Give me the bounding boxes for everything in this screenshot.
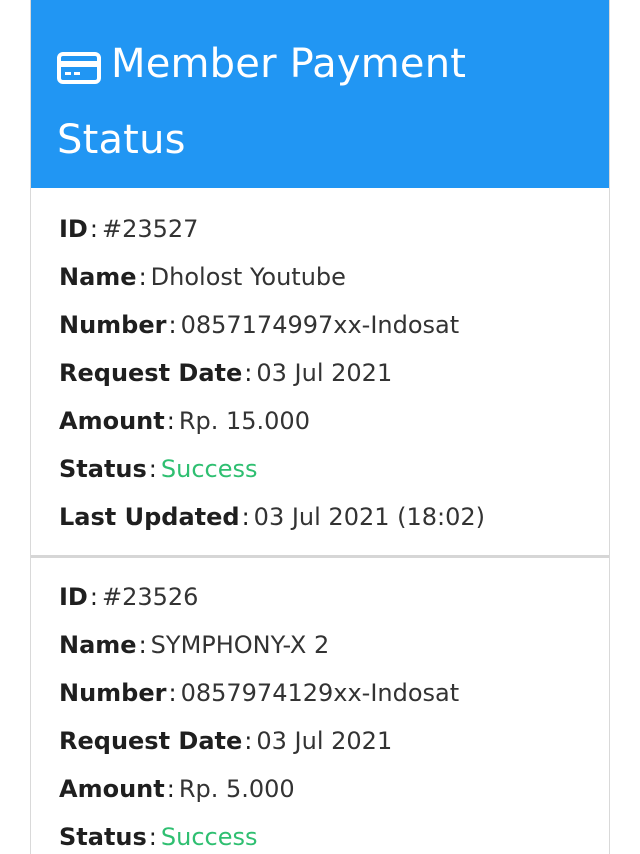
status-label: Status: [59, 823, 147, 851]
payment-status-card: Member Payment Status ID: #23527 Name: Dho…: [30, 0, 610, 854]
amount-row: Amount: Rp. 15.000: [59, 407, 310, 435]
id-value: #23526: [101, 583, 199, 611]
request-date-label: Request Date: [59, 359, 243, 387]
name-row: Name: SYMPHONY-X 2: [59, 631, 330, 659]
amount-value: Rp. 15.000: [178, 407, 310, 435]
last-updated-value: 03 Jul 2021 (18:02): [253, 503, 486, 531]
name-label: Name: [59, 631, 137, 659]
payment-status-page: Member Payment Status ID: #23527 Name: Dho…: [0, 0, 640, 854]
number-label: Number: [59, 679, 167, 707]
request-date-row: Request Date: 03 Jul 2021: [59, 359, 393, 387]
id-label: ID: [59, 583, 88, 611]
id-row: ID: #23526: [59, 583, 199, 611]
number-value: 0857174997xx-Indosat: [180, 311, 460, 339]
last-updated-row: Last Updated: 03 Jul 2021 (18:02): [59, 503, 486, 531]
status-row: Status: Success: [59, 455, 258, 483]
request-date-label: Request Date: [59, 727, 243, 755]
amount-value: Rp. 5.000: [178, 775, 295, 803]
number-label: Number: [59, 311, 167, 339]
number-row: Number: 0857174997xx-Indosat: [59, 311, 460, 339]
number-row: Number: 0857974129xx-Indosat: [59, 679, 460, 707]
amount-label: Amount: [59, 407, 165, 435]
amount-row: Amount: Rp. 5.000: [59, 775, 295, 803]
card-header: Member Payment Status: [31, 0, 609, 188]
status-badge: Success: [160, 823, 258, 851]
number-value: 0857974129xx-Indosat: [180, 679, 460, 707]
payment-entry: ID: #23527 Name: Dholost Youtube Number: 08…: [31, 188, 609, 556]
title-line-1: Member Payment: [111, 41, 467, 87]
name-value: Dholost Youtube: [150, 263, 346, 291]
name-value: SYMPHONY-X 2: [150, 631, 330, 659]
last-updated-label: Last Updated: [59, 503, 240, 531]
credit-card-icon: [57, 52, 101, 84]
page-title: Member Payment Status: [57, 26, 577, 178]
status-row: Status: Success: [59, 823, 258, 851]
name-label: Name: [59, 263, 137, 291]
amount-label: Amount: [59, 775, 165, 803]
left-gutter: [0, 0, 30, 854]
id-row: ID: #23527: [59, 215, 199, 243]
request-date-row: Request Date: 03 Jul 2021: [59, 727, 393, 755]
id-value: #23527: [101, 215, 199, 243]
name-row: Name: Dholost Youtube: [59, 263, 346, 291]
title-line-2: Status: [57, 117, 186, 163]
status-badge: Success: [160, 455, 258, 483]
payment-entry: ID: #23526 Name: SYMPHONY-X 2 Number: 08579…: [31, 558, 609, 854]
request-date-value: 03 Jul 2021: [256, 727, 393, 755]
request-date-value: 03 Jul 2021: [256, 359, 393, 387]
id-label: ID: [59, 215, 88, 243]
status-label: Status: [59, 455, 147, 483]
